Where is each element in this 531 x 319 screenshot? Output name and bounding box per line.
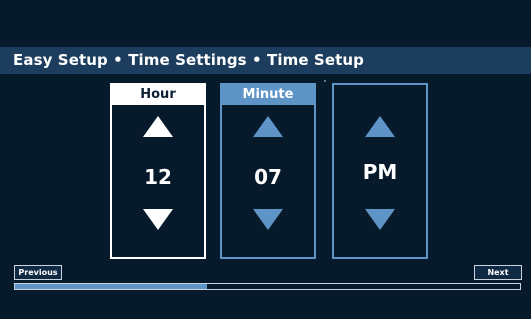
ampm-selector[interactable]: PM xyxy=(332,83,428,259)
ampm-value: PM xyxy=(362,160,398,184)
hour-value: 12 xyxy=(144,165,172,189)
progress-fill xyxy=(15,284,207,289)
hour-selector[interactable]: Hour 12 xyxy=(110,83,206,259)
ampm-down-arrow-icon[interactable] xyxy=(365,209,395,230)
previous-button[interactable]: Previous xyxy=(14,265,62,280)
next-button[interactable]: Next xyxy=(474,265,522,280)
minute-label: Minute xyxy=(222,85,314,105)
ampm-up-arrow-icon[interactable] xyxy=(365,116,395,137)
hour-up-arrow-icon[interactable] xyxy=(143,116,173,137)
title-bar: Easy Setup • Time Settings • Time Setup xyxy=(0,47,531,74)
minute-up-arrow-icon[interactable] xyxy=(253,116,283,137)
minute-selector[interactable]: Minute 07 xyxy=(220,83,316,259)
time-setup-screen: Easy Setup • Time Settings • Time Setup … xyxy=(0,0,531,319)
page-title: Easy Setup • Time Settings • Time Setup xyxy=(13,51,364,69)
hour-down-arrow-icon[interactable] xyxy=(143,209,173,230)
minute-down-arrow-icon[interactable] xyxy=(253,209,283,230)
minute-value: 07 xyxy=(254,165,282,189)
setup-progress-bar xyxy=(14,283,521,290)
decorative-dot xyxy=(324,80,326,82)
hour-label: Hour xyxy=(112,85,204,105)
